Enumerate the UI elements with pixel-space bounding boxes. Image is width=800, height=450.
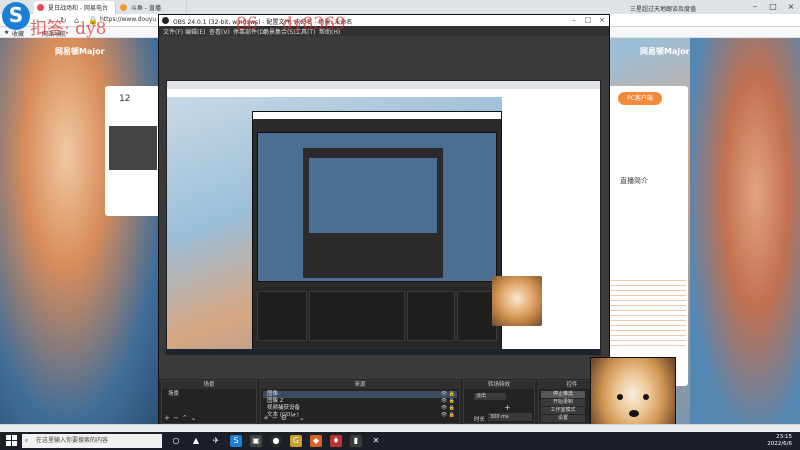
streamer-card: 12 bbox=[105, 86, 160, 216]
browser-tab[interactable]: 斗鱼 - 直播 bbox=[117, 1, 187, 14]
transition-select[interactable]: 淡出 bbox=[474, 393, 506, 400]
system-clock[interactable]: 23:15 2022/6/6 bbox=[767, 434, 792, 448]
transitions-dock: 转场特效 淡出 +−⚙ 时长 300 ms bbox=[463, 380, 535, 424]
dog-eye bbox=[643, 394, 649, 400]
source-toolbar: +−⚙⌃⌄ bbox=[263, 414, 308, 422]
visibility-lock-icon[interactable]: 👁 🔒 bbox=[441, 398, 455, 405]
move-down-icon[interactable]: ⌄ bbox=[299, 414, 308, 422]
watermark-text: 扣答: dy8 bbox=[30, 19, 107, 39]
remove-icon[interactable]: − bbox=[272, 414, 281, 422]
app-icon[interactable]: ▣ bbox=[250, 435, 262, 447]
search-icon: ⌕ bbox=[25, 437, 29, 444]
close-icon[interactable]: × bbox=[782, 0, 800, 14]
pc-client-button[interactable]: PC客户端 bbox=[618, 92, 662, 105]
obs-menu-bar: 文件(F) 编辑(E) 查看(V) 停靠部件(D) 场景集合(S) 工具(T) … bbox=[159, 26, 609, 36]
stop-streaming-button[interactable]: 停止推流 bbox=[541, 391, 585, 398]
maximize-icon[interactable]: □ bbox=[581, 15, 595, 26]
side-panel-text bbox=[604, 276, 686, 346]
side-panel: PC客户端 直播简介 bbox=[600, 86, 688, 386]
task-view-icon[interactable]: ○ bbox=[170, 435, 182, 447]
watermark-text: 86 bbox=[236, 14, 258, 34]
app-icon[interactable]: ♦ bbox=[330, 435, 342, 447]
move-down-icon[interactable]: ⌄ bbox=[191, 414, 200, 422]
menu-edit[interactable]: 编辑(E) bbox=[185, 27, 205, 36]
obs-app-icon[interactable]: ● bbox=[270, 435, 282, 447]
minimize-icon[interactable]: – bbox=[746, 0, 764, 14]
obs-title-bar: OBS 24.0.1 (32-bit, windows) - 配置文件: 未命名… bbox=[159, 15, 609, 26]
app-icon[interactable]: ▲ bbox=[190, 435, 202, 447]
clock-date: 2022/6/6 bbox=[767, 441, 792, 447]
visibility-lock-icon[interactable]: 👁 🔒 bbox=[441, 412, 455, 419]
transitions-header: 转场特效 bbox=[464, 381, 534, 389]
start-recording-button[interactable]: 开始录制 bbox=[541, 399, 585, 406]
side-panel-title: 直播简介 bbox=[620, 177, 648, 185]
source-item[interactable]: 图像 👁 🔒 bbox=[263, 391, 457, 398]
obs-preview[interactable] bbox=[159, 36, 609, 379]
studio-mode-button[interactable]: 工作室模式 bbox=[541, 407, 585, 414]
browser-app-icon[interactable]: S bbox=[230, 435, 242, 447]
url-input[interactable]: https://www.douyu bbox=[100, 16, 160, 25]
nested-obs-window bbox=[252, 111, 502, 354]
site-favicon-icon bbox=[120, 4, 127, 11]
menu-view[interactable]: 查看(V) bbox=[209, 27, 230, 36]
scenes-dock: 场景 场景 +−⌃⌄ bbox=[161, 380, 257, 424]
duration-input[interactable]: 300 ms bbox=[488, 413, 532, 421]
remove-icon[interactable]: − bbox=[173, 414, 182, 422]
browser-status-bar bbox=[0, 424, 800, 432]
site-banner: 网易顿Major bbox=[640, 47, 690, 56]
sources-dock: 来源 图像 👁 🔒 图像 2 👁 🔒 视频捕获设备 👁 🔒 文本 (GDI+) 👁 🔒 … bbox=[260, 380, 460, 424]
add-icon[interactable]: + bbox=[263, 414, 272, 422]
site-favicon-icon bbox=[37, 4, 44, 11]
menu-file[interactable]: 文件(F) bbox=[163, 27, 183, 36]
bookmark-item[interactable]: 收藏 bbox=[12, 29, 24, 38]
app-icon[interactable]: ✈ bbox=[210, 435, 222, 447]
site-banner: 网易顿Major bbox=[55, 47, 105, 56]
screen-capture-preview bbox=[166, 80, 601, 355]
scene-item[interactable]: 场景 bbox=[164, 391, 254, 398]
browser-logo[interactable]: S bbox=[2, 2, 30, 30]
app-icon[interactable]: ▮ bbox=[350, 435, 362, 447]
rank-number: 12 bbox=[119, 94, 131, 104]
app-icon[interactable]: ✕ bbox=[370, 435, 382, 447]
visibility-lock-icon[interactable]: 👁 🔒 bbox=[441, 405, 455, 412]
close-icon[interactable]: × bbox=[595, 15, 609, 26]
move-up-icon[interactable]: ⌃ bbox=[290, 414, 299, 422]
add-icon[interactable]: + bbox=[164, 414, 173, 422]
app-icon[interactable]: ◆ bbox=[310, 435, 322, 447]
browser-window-controls: – □ × bbox=[746, 0, 800, 14]
scenes-header: 场景 bbox=[162, 381, 256, 389]
clock-time: 23:15 bbox=[776, 434, 792, 440]
browser-tab-strip: 夏日战场和 - 网易电台 斗鱼 - 直播 三星超过天地跟谈及度值 – □ × bbox=[0, 0, 800, 14]
browser-tab[interactable]: 夏日战场和 - 网易电台 bbox=[34, 1, 116, 14]
visibility-lock-icon[interactable]: 👁 🔒 bbox=[441, 391, 455, 398]
move-up-icon[interactable]: ⌃ bbox=[182, 414, 191, 422]
source-item[interactable]: 图像 2 👁 🔒 bbox=[263, 398, 457, 405]
maximize-icon[interactable]: □ bbox=[764, 0, 782, 14]
minimize-icon[interactable]: – bbox=[567, 15, 581, 26]
browser-tab[interactable]: 三星超过天地跟谈及度值 bbox=[620, 1, 740, 14]
duration-label: 时长 bbox=[474, 417, 486, 423]
dog-nose bbox=[629, 410, 639, 417]
obs-logo-icon bbox=[162, 17, 169, 24]
taskbar-search-input[interactable]: ⌕ 在这里输入你要搜索的内容 bbox=[22, 434, 162, 448]
settings-button[interactable]: 设置 bbox=[541, 415, 585, 422]
sources-header: 来源 bbox=[261, 381, 459, 389]
obs-window: OBS 24.0.1 (32-bit, windows) - 配置文件: 未命名… bbox=[158, 14, 610, 425]
bookmark-star-icon[interactable]: ★ bbox=[4, 29, 9, 36]
app-icon[interactable]: G bbox=[290, 435, 302, 447]
dog-eye bbox=[617, 394, 623, 400]
windows-start-icon[interactable] bbox=[6, 435, 18, 447]
windows-taskbar: ⌕ 在这里输入你要搜索的内容 ○ ▲ ✈ S ▣ ● G ◆ ♦ ▮ ✕ 23:… bbox=[0, 432, 800, 450]
webcam-thumbnail bbox=[492, 276, 542, 326]
scene-toolbar: +−⌃⌄ bbox=[164, 414, 200, 422]
background-artwork bbox=[690, 38, 800, 424]
source-item[interactable]: 视频捕获设备 👁 🔒 bbox=[263, 405, 457, 412]
avatar[interactable] bbox=[109, 126, 157, 170]
obs-docks: 场景 场景 +−⌃⌄ 来源 图像 👁 🔒 图像 2 👁 🔒 视频捕获设备 👁 🔒 文本… bbox=[159, 379, 609, 425]
add-icon[interactable]: + bbox=[504, 403, 515, 412]
settings-gear-icon[interactable]: ⚙ bbox=[281, 414, 290, 422]
watermark-text: dy8369 bbox=[282, 14, 346, 34]
